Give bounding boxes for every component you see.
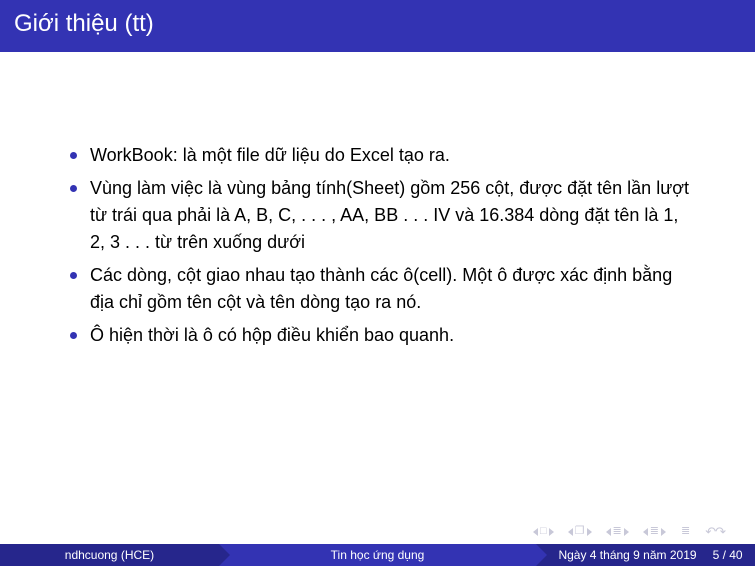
nav-frame-group[interactable]: □ (533, 526, 554, 537)
beamer-nav-bar: □ ❐ ≣ ≣ ≣ ↶↷ (533, 525, 725, 538)
nav-next-icon (549, 528, 554, 536)
nav-next-icon (624, 528, 629, 536)
slide-title: Giới thiệu (tt) (14, 10, 154, 37)
nav-subsection-group[interactable]: ≣ (606, 526, 629, 537)
nav-prev-icon (533, 528, 538, 536)
nav-prev-icon (643, 528, 648, 536)
slide-body: WorkBook: là một file dữ liệu do Excel t… (0, 52, 755, 349)
nav-prev-icon (568, 528, 573, 536)
bullet-text: Các dòng, cột giao nhau tạo thành các ô(… (90, 265, 672, 312)
nav-section-icon: ❐ (574, 526, 586, 537)
bullet-list: WorkBook: là một file dữ liệu do Excel t… (70, 142, 695, 349)
nav-end-group[interactable]: ≣ (643, 526, 666, 537)
bullet-text: Ô hiện thời là ô có hộp điều khiển bao q… (90, 325, 454, 345)
nav-end-icon: ≣ (649, 526, 660, 537)
nav-frame-icon: □ (539, 526, 548, 537)
footer-title: Tin học ứng dụng (331, 548, 425, 562)
nav-prev-icon (606, 528, 611, 536)
footer-date: Ngày 4 tháng 9 năm 2019 (558, 548, 696, 562)
list-item: Vùng làm việc là vùng bảng tính(Sheet) g… (70, 175, 695, 256)
list-item: Ô hiện thời là ô có hộp điều khiển bao q… (70, 322, 695, 349)
slide-title-bar: Giới thiệu (tt) (0, 0, 755, 52)
slide-footer: ndhcuong (HCE) Tin học ứng dụng Ngày 4 t… (0, 544, 755, 566)
footer-title-block: Tin học ứng dụng (219, 544, 536, 566)
footer-date-block: Ngày 4 tháng 9 năm 2019 5 / 40 (536, 544, 755, 566)
nav-next-icon (661, 528, 666, 536)
nav-subsection-icon: ≣ (612, 526, 623, 537)
nav-next-icon (587, 528, 592, 536)
bullet-text: WorkBook: là một file dữ liệu do Excel t… (90, 145, 450, 165)
footer-author: ndhcuong (HCE) (65, 548, 154, 562)
list-item: Các dòng, cột giao nhau tạo thành các ô(… (70, 262, 695, 316)
bullet-text: Vùng làm việc là vùng bảng tính(Sheet) g… (90, 178, 689, 252)
list-item: WorkBook: là một file dữ liệu do Excel t… (70, 142, 695, 169)
nav-reload-icon[interactable]: ↶↷ (705, 525, 725, 538)
nav-presentation-end[interactable]: ≣ (680, 526, 691, 537)
nav-section-group[interactable]: ❐ (568, 526, 592, 537)
nav-end-mark-icon: ≣ (680, 526, 691, 537)
footer-author-block: ndhcuong (HCE) (0, 544, 219, 566)
footer-page: 5 / 40 (713, 548, 743, 562)
